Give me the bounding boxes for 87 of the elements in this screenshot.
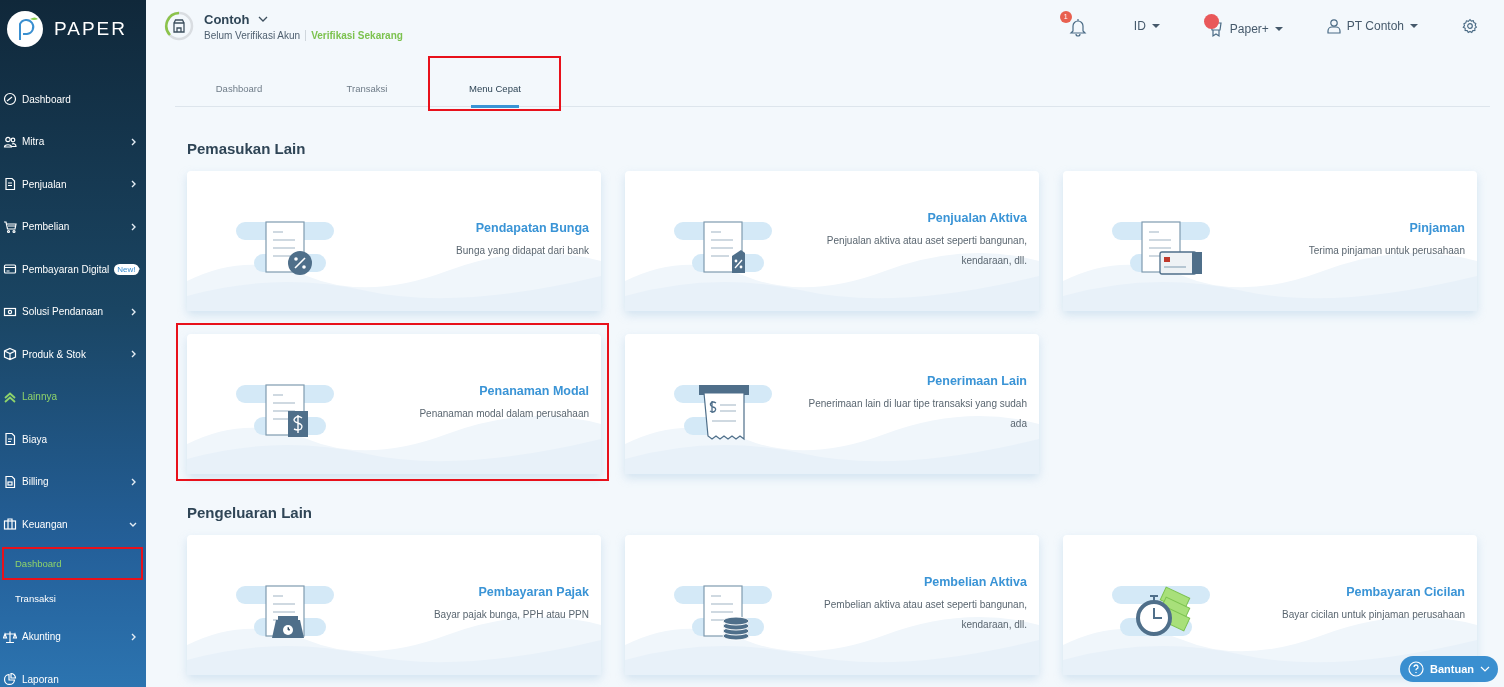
card-title: Pinjaman <box>1408 221 1465 235</box>
document-icon <box>3 474 17 489</box>
gauge-icon <box>3 92 17 107</box>
scale-icon <box>3 629 17 644</box>
sidebar-item-label: Pembelian <box>22 221 71 233</box>
caret-icon <box>1274 26 1283 32</box>
sidebar-item[interactable]: Akunting <box>0 615 146 658</box>
user-icon <box>1326 18 1341 34</box>
sidebar-item[interactable]: Keuangan <box>0 503 146 546</box>
briefcase-icon <box>3 517 17 532</box>
shortcut-card[interactable]: Penjualan Aktiva Penjualan aktiva atau aset seperti bangunan, kendaraan, dll. <box>625 171 1039 311</box>
submenu-item[interactable]: Transaksi <box>0 580 146 616</box>
tab[interactable]: Dashboard <box>175 70 303 106</box>
card-title: Pembayaran Pajak <box>477 585 589 599</box>
sidebar-item-label: Penjualan <box>22 178 68 190</box>
tab[interactable]: Menu Cepat <box>431 70 559 106</box>
verification-status: Belum Verifikasi Akun <box>204 29 307 41</box>
section-title: Pengeluaran Lain <box>187 504 314 521</box>
sidebar-item[interactable]: Solusi Pendanaan <box>0 290 146 333</box>
language-dropdown[interactable]: ID <box>1133 19 1160 33</box>
help-button[interactable]: Bantuan <box>1400 656 1498 682</box>
sidebar-item-label: Pembayaran Digital <box>22 263 110 275</box>
sidebar-item-label: Laporan <box>22 673 60 685</box>
user-dropdown[interactable]: PT Contoh <box>1326 18 1418 34</box>
logo-icon <box>6 10 44 48</box>
chevron-icon <box>1480 665 1490 673</box>
shortcut-card[interactable]: Penanaman Modal Penanaman modal dalam perusahaan <box>187 334 601 474</box>
sidebar-item[interactable]: Lainnya <box>0 375 146 418</box>
caret-icon <box>1151 23 1160 29</box>
card-title: Pembelian Aktiva <box>922 575 1027 589</box>
sidebar-item-label: Produk & Stok <box>22 348 87 360</box>
sidebar-item-label: Billing <box>22 476 50 488</box>
card-icon <box>3 262 17 277</box>
shortcut-card[interactable]: Pinjaman Terima pinjaman untuk perusahaan <box>1063 171 1477 311</box>
shortcut-card[interactable]: Pembelian Aktiva Pembelian aktiva atau aset seperti bangunan, kendaraan, dll. <box>625 535 1039 675</box>
sidebar-item[interactable]: Pembelian <box>0 205 146 248</box>
card-description: Pembelian aktiva atau aset seperti bangunan, kendaraan, dll. <box>823 598 1027 632</box>
sidebar-item[interactable]: Penjualan <box>0 163 146 206</box>
sidebar-item-label: Solusi Pendanaan <box>22 306 105 318</box>
sidebar-item[interactable]: Billing <box>0 460 146 503</box>
company-name[interactable]: Contoh <box>204 11 250 27</box>
shortcut-card[interactable]: Penerimaan Lain Penerimaan lain di luar tipe transaksi yang sudah ada <box>625 334 1039 474</box>
card-description: Penerimaan lain di luar tipe transaksi yang sudah ada <box>807 397 1027 431</box>
card-description: Bayar cicilan untuk pinjaman perusahaan <box>1282 608 1465 622</box>
bell-icon <box>1067 16 1088 37</box>
sidebar-item-label: Lainnya <box>22 391 59 403</box>
sidebar-item[interactable]: Mitra <box>0 120 146 163</box>
brand-name: PAPER <box>54 18 127 40</box>
sidebar-item-label: Akunting <box>22 631 62 643</box>
shortcut-card[interactable]: Pendapatan Bunga Bunga yang didapat dari bank <box>187 171 601 311</box>
cart-icon <box>3 219 17 234</box>
plan-dropdown[interactable]: Paper+ <box>1207 20 1283 38</box>
tab[interactable]: Transaksi <box>303 70 431 106</box>
card-title: Penanaman Modal <box>478 384 589 398</box>
sidebar-item-label: Biaya <box>22 433 48 445</box>
sidebar-item-label: Dashboard <box>22 93 72 105</box>
settings-icon <box>1462 18 1478 34</box>
caret-icon <box>1410 23 1418 29</box>
sidebar-item-label: Mitra <box>22 136 46 148</box>
document-icon <box>3 432 17 447</box>
sidebar-item[interactable]: Biaya <box>0 418 146 461</box>
card-description: Terima pinjaman untuk perusahaan <box>1308 244 1465 258</box>
sidebar-item[interactable]: Dashboard <box>0 78 146 121</box>
document-icon <box>3 177 17 192</box>
section-title: Pemasukan Lain <box>187 140 307 157</box>
sidebar-item[interactable]: Pembayaran Digital New! <box>0 248 146 291</box>
settings-button[interactable] <box>1462 18 1478 34</box>
pie-chart-icon <box>3 672 17 687</box>
new-badge: New! <box>114 263 139 275</box>
card-title: Penjualan Aktiva <box>926 211 1027 225</box>
box-icon <box>3 347 17 362</box>
store-progress-icon <box>164 11 194 41</box>
card-description: Penanaman modal dalam perusahaan <box>419 407 589 421</box>
chevron-icon <box>257 14 270 24</box>
card-description: Penjualan aktiva atau aset seperti bangunan, kendaraan, dll. <box>825 234 1027 268</box>
card-description: Bayar pajak bunga, PPH atau PPN <box>433 608 589 622</box>
submenu-item[interactable]: Dashboard <box>0 545 146 581</box>
sidebar-item[interactable]: Laporan <box>0 658 146 687</box>
people-icon <box>3 134 17 149</box>
card-title: Pendapatan Bunga <box>474 221 589 235</box>
help-icon <box>1408 661 1424 677</box>
card-description: Bunga yang didapat dari bank <box>456 244 589 258</box>
shortcut-card[interactable]: Pembayaran Pajak Bayar pajak bunga, PPH atau PPN <box>187 535 601 675</box>
card-title: Pembayaran Cicilan <box>1345 585 1465 599</box>
sidebar-item-label: Keuangan <box>22 518 69 530</box>
card-title: Penerimaan Lain <box>925 374 1027 388</box>
sidebar-item[interactable]: Produk & Stok <box>0 333 146 376</box>
